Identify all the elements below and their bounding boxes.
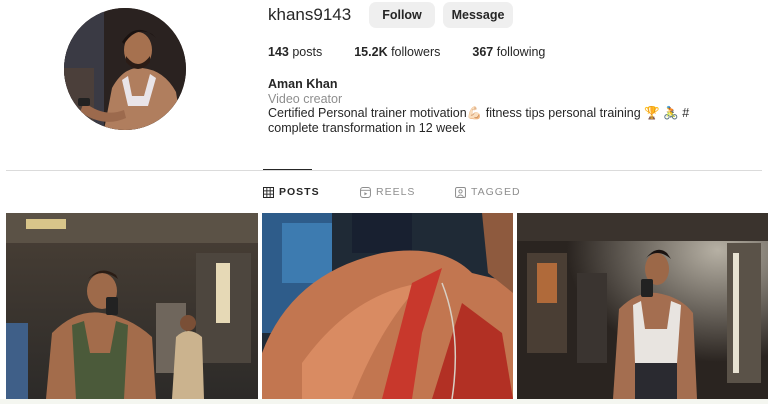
profile-stats: 143 posts 15.2K followers 367 following bbox=[268, 45, 577, 59]
profile-category: Video creator bbox=[268, 92, 343, 106]
profile-tabs: POSTS REELS TAGGED bbox=[0, 186, 768, 200]
tab-posts[interactable]: POSTS bbox=[263, 186, 320, 198]
tab-reels-label: REELS bbox=[376, 186, 416, 198]
post-photo-gym-white-tank bbox=[517, 213, 768, 399]
post-tile[interactable] bbox=[262, 213, 513, 399]
following-stat[interactable]: 367 following bbox=[472, 45, 545, 59]
post-tile[interactable] bbox=[517, 213, 768, 399]
tab-posts-label: POSTS bbox=[279, 186, 320, 198]
post-tile[interactable] bbox=[6, 213, 258, 399]
followers-stat[interactable]: 15.2K followers bbox=[354, 45, 440, 59]
page-bottom-edge bbox=[0, 399, 768, 404]
profile-bio: Certified Personal trainer motivation💪🏻 … bbox=[268, 106, 690, 135]
tabs-divider bbox=[6, 170, 762, 171]
post-photo-gym-green-tank bbox=[6, 213, 258, 399]
profile-username: khans9143 bbox=[268, 5, 352, 24]
tab-reels[interactable]: REELS bbox=[360, 186, 415, 198]
posts-grid bbox=[6, 213, 768, 399]
posts-count: 143 bbox=[268, 45, 289, 59]
followers-count: 15.2K bbox=[354, 45, 388, 59]
tab-tagged-label: TAGGED bbox=[471, 186, 521, 198]
profile-avatar[interactable] bbox=[64, 8, 186, 130]
following-label: following bbox=[496, 45, 546, 59]
avatar-photo bbox=[64, 8, 186, 130]
followers-label: followers bbox=[391, 45, 441, 59]
follow-button[interactable]: Follow bbox=[369, 2, 435, 28]
grid-icon bbox=[263, 186, 274, 198]
tab-tagged[interactable]: TAGGED bbox=[455, 186, 521, 198]
posts-label: posts bbox=[292, 45, 323, 59]
reels-icon bbox=[360, 186, 371, 198]
profile-full-name: Aman Khan bbox=[268, 77, 338, 91]
post-photo-shoulder-red-tank bbox=[262, 213, 513, 399]
tagged-icon bbox=[455, 186, 466, 198]
message-button[interactable]: Message bbox=[443, 2, 513, 28]
posts-stat: 143 posts bbox=[268, 45, 322, 59]
active-tab-indicator bbox=[263, 169, 312, 170]
following-count: 367 bbox=[472, 45, 494, 59]
